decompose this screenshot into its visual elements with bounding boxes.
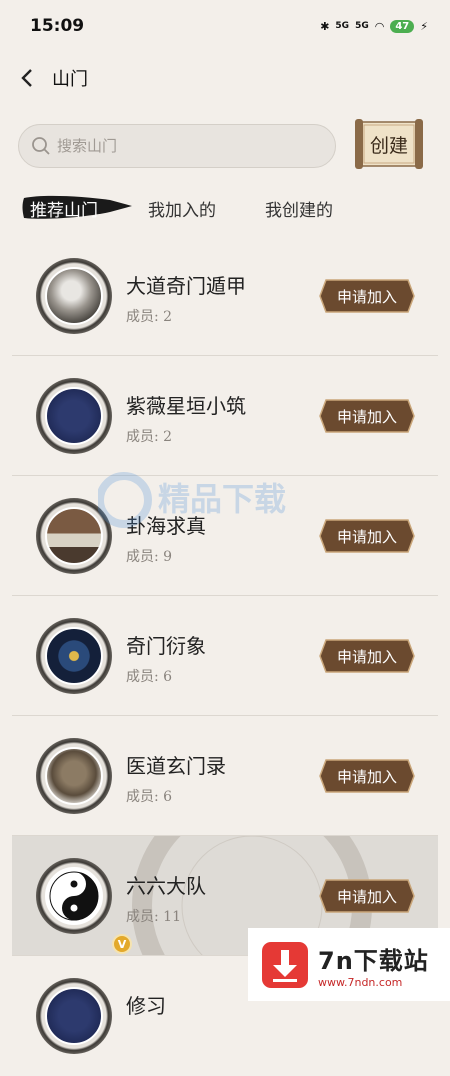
group-name: 医道玄门录 bbox=[126, 754, 226, 778]
member-count: 成员: 6 bbox=[126, 669, 173, 685]
ad-url: www.7ndn.com bbox=[318, 975, 403, 989]
join-button[interactable]: 申请加入 bbox=[318, 638, 416, 674]
verified-badge: V bbox=[112, 934, 132, 954]
create-button-label: 创建 bbox=[369, 134, 408, 157]
group-name: 奇门衍象 bbox=[126, 634, 206, 658]
list-item[interactable]: 大道奇门遁甲 成员: 2 申请加入 bbox=[12, 236, 438, 356]
watermark: 精品下载 bbox=[96, 460, 358, 540]
tab-recommended[interactable]: 推荐山门 bbox=[22, 190, 134, 226]
join-button-label: 申请加入 bbox=[336, 767, 397, 786]
avatar bbox=[36, 978, 112, 1054]
list-item[interactable]: 奇门衍象 成员: 6 申请加入 bbox=[12, 596, 438, 716]
search-icon bbox=[32, 137, 50, 155]
join-button-label: 申请加入 bbox=[336, 647, 397, 666]
header: 山门 bbox=[0, 52, 450, 104]
battery-icon: 47 bbox=[390, 19, 415, 33]
join-button-label: 申请加入 bbox=[336, 407, 397, 426]
ad-banner[interactable]: 7n下载站 www.7ndn.com bbox=[248, 928, 450, 1001]
list-item[interactable]: 紫薇星垣小筑 成员: 2 申请加入 bbox=[12, 356, 438, 476]
tab-created[interactable]: 我创建的 bbox=[265, 190, 333, 226]
tab-joined[interactable]: 我加入的 bbox=[148, 190, 216, 226]
avatar bbox=[36, 378, 112, 454]
signal-icon: 5G bbox=[335, 21, 350, 31]
avatar: V bbox=[36, 858, 132, 954]
tab-label: 我创建的 bbox=[265, 200, 333, 221]
member-count: 成员: 9 bbox=[126, 549, 173, 565]
yin-yang-icon bbox=[49, 871, 99, 921]
join-button[interactable]: 申请加入 bbox=[318, 398, 416, 434]
member-count: 成员: 11 bbox=[126, 909, 181, 925]
join-button[interactable]: 申请加入 bbox=[318, 758, 416, 794]
group-name: 大道奇门遁甲 bbox=[126, 274, 246, 298]
avatar bbox=[36, 618, 112, 694]
page-title: 山门 bbox=[52, 69, 88, 90]
wifi-icon: ◠ bbox=[374, 19, 385, 33]
join-button[interactable]: 申请加入 bbox=[318, 278, 416, 314]
ad-title: 7n下载站 bbox=[318, 946, 429, 975]
group-name: 紫薇星垣小筑 bbox=[126, 394, 246, 418]
avatar bbox=[36, 258, 112, 334]
group-name: 修习 bbox=[126, 994, 166, 1018]
member-count: 成员: 6 bbox=[126, 789, 173, 805]
join-button[interactable]: 申请加入 bbox=[318, 878, 416, 914]
signal-icon-2: 5G bbox=[355, 21, 369, 31]
back-arrow-icon[interactable] bbox=[16, 67, 38, 89]
download-icon bbox=[262, 941, 308, 988]
join-button-label: 申请加入 bbox=[336, 887, 397, 906]
member-count: 成员: 2 bbox=[126, 429, 173, 445]
tab-label: 推荐山门 bbox=[30, 200, 98, 221]
list-item[interactable]: 医道玄门录 成员: 6 申请加入 bbox=[12, 716, 438, 836]
tab-bar: 推荐山门 我加入的 我创建的 bbox=[0, 190, 450, 226]
join-button-label: 申请加入 bbox=[336, 287, 397, 306]
search-row: 创建 bbox=[0, 118, 450, 180]
status-bar: 15:09 ✱ 5G 5G ◠ 47 ⚡ bbox=[0, 0, 450, 52]
create-button[interactable]: 创建 bbox=[353, 118, 425, 170]
status-icons: ✱ 5G 5G ◠ 47 ⚡ bbox=[320, 19, 428, 33]
member-count: 成员: 2 bbox=[126, 309, 173, 325]
search-input[interactable] bbox=[57, 137, 297, 155]
status-time: 15:09 bbox=[30, 16, 85, 36]
avatar bbox=[36, 738, 112, 814]
bluetooth-icon: ✱ bbox=[320, 19, 330, 33]
search-box[interactable] bbox=[18, 124, 336, 168]
tab-label: 我加入的 bbox=[148, 200, 216, 221]
group-name: 六六大队 bbox=[126, 874, 206, 898]
charging-icon: ⚡ bbox=[420, 19, 428, 33]
svg-text:精品下载: 精品下载 bbox=[158, 480, 286, 518]
